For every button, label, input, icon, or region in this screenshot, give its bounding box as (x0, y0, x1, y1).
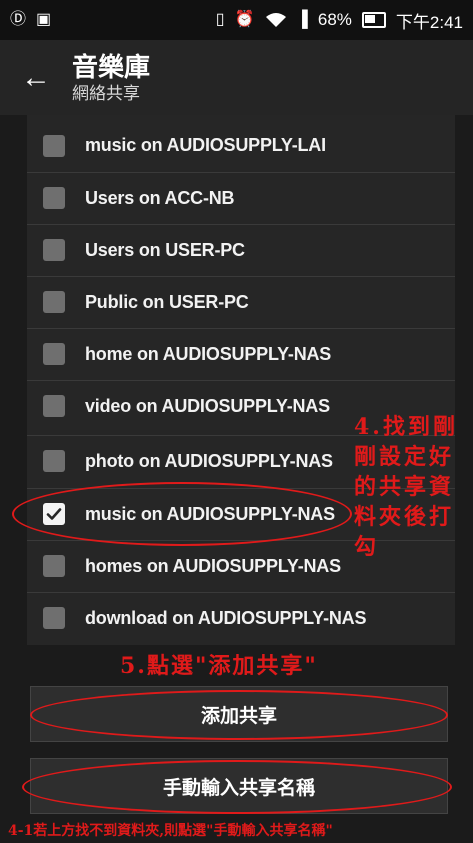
annotation-ring-add-share (30, 690, 448, 740)
image-icon: ▣ (36, 11, 52, 28)
page-subtitle: 網絡共享 (72, 83, 140, 103)
share-list-item[interactable]: download on AUDIOSUPPLY-NAS (27, 592, 455, 643)
share-list-item[interactable]: Users on USER-PC (27, 224, 455, 275)
share-label: music on AUDIOSUPPLY-LAI (85, 135, 326, 155)
vpn-key-icon: Ⓓ (10, 11, 27, 28)
share-list-item[interactable]: home on AUDIOSUPPLY-NAS (27, 328, 455, 379)
share-list-item[interactable]: Public on USER-PC (27, 276, 455, 327)
alarm-icon: ⏰ (234, 11, 255, 28)
share-checkbox[interactable] (43, 343, 65, 365)
annotation-step5: 5.點選"添加共享" (120, 653, 318, 679)
share-label: download on AUDIOSUPPLY-NAS (85, 607, 367, 628)
share-checkbox[interactable] (43, 291, 65, 313)
share-label: Users on USER-PC (85, 239, 245, 260)
annotation-step4-line: 剛設定好 (354, 444, 455, 470)
share-label: Public on USER-PC (85, 291, 249, 312)
annotation-step4-line: 勾 (354, 534, 380, 560)
share-checkbox[interactable] (43, 187, 65, 209)
status-bar: Ⓓ ▣ ▯ ⏰ ▐ 68% 下午2:41 (0, 0, 473, 40)
share-label: video on AUDIOSUPPLY-NAS (85, 395, 330, 416)
annotation-step4: 4.找到剛 剛設定好 的共享資 料夾後打 勾 (354, 412, 469, 562)
share-checkbox[interactable] (43, 395, 65, 417)
share-checkbox[interactable] (43, 607, 65, 629)
vibrate-icon: ▯ (215, 11, 225, 28)
wifi-icon (265, 13, 286, 27)
battery-icon (361, 12, 386, 28)
share-label: homes on AUDIOSUPPLY-NAS (85, 555, 341, 576)
share-label: home on AUDIOSUPPLY-NAS (85, 343, 332, 364)
share-label: photo on AUDIOSUPPLY-NAS (85, 450, 333, 471)
annotation-ring-manual-share (22, 760, 452, 814)
app-bar: ← 音樂庫 網絡共享 (0, 40, 473, 115)
share-label: Users on ACC-NB (85, 187, 235, 208)
annotation-ring-selected-share (12, 482, 352, 546)
app-bar-titles: 音樂庫 網絡共享 (72, 51, 150, 105)
signal-icon: ▐ (296, 11, 308, 28)
annotation-step4-line: 料夾後打 (354, 504, 455, 530)
annotation-step4-1: 4-1若上方找不到資料夾,則點選"手動輸入共享名稱" (8, 823, 333, 839)
annotation-step4-line: 4.找到剛 (354, 414, 458, 440)
status-time: 下午2:41 (395, 12, 463, 32)
page-title: 音樂庫 (72, 51, 151, 82)
share-list-item[interactable]: Users on ACC-NB (27, 172, 455, 223)
share-checkbox[interactable] (43, 555, 65, 577)
status-right-icons: ▯ ⏰ ▐ 68% 下午2:41 (216, 8, 463, 33)
annotation-step4-line: 的共享資 (354, 474, 455, 500)
battery-percent: 68% (317, 10, 352, 29)
share-list-item[interactable]: music on AUDIOSUPPLY-LAI (27, 120, 455, 171)
back-arrow-icon[interactable]: ← (0, 61, 72, 95)
share-checkbox[interactable] (43, 134, 65, 157)
share-checkbox[interactable] (43, 450, 65, 472)
share-checkbox[interactable] (43, 239, 65, 261)
status-left-icons: Ⓓ ▣ (10, 12, 51, 28)
